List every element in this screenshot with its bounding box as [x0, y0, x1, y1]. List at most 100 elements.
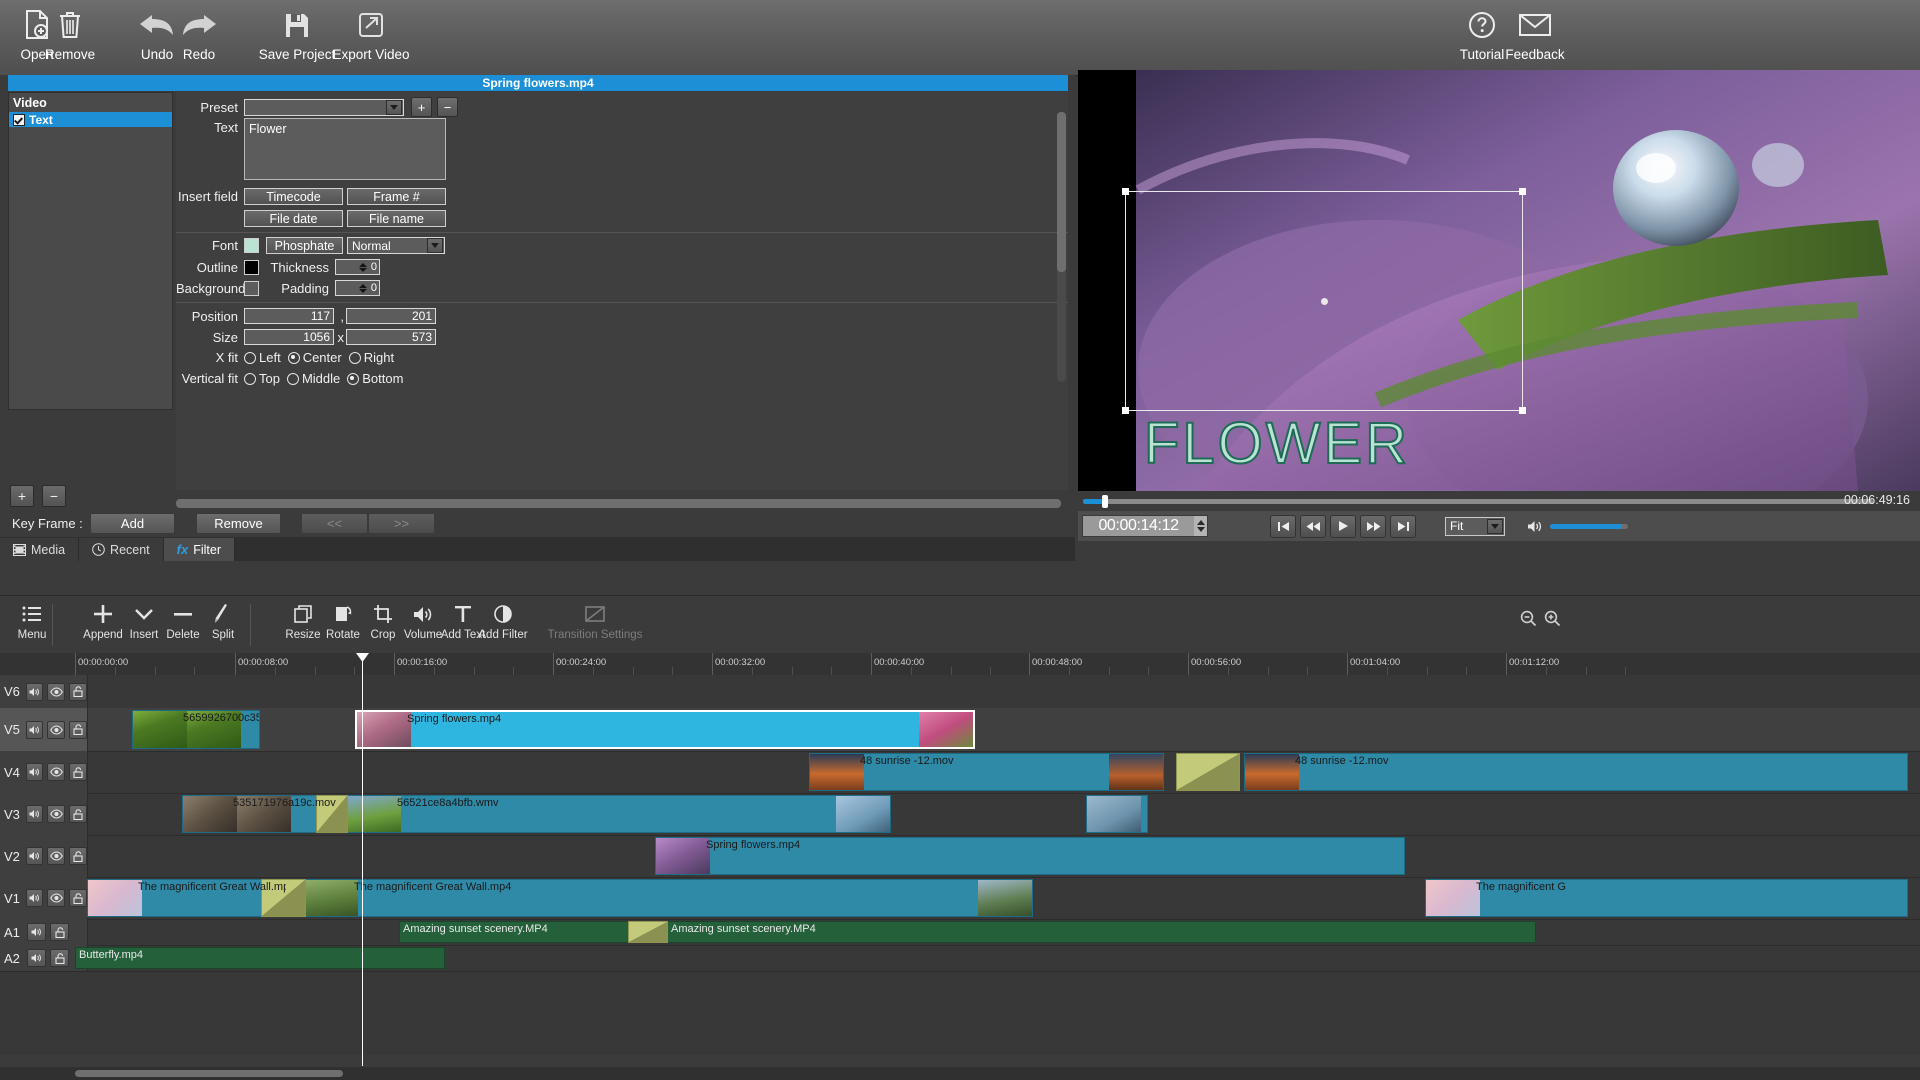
track-hide-eye-icon[interactable] — [47, 682, 66, 701]
track-header-a1[interactable]: A1 — [0, 919, 88, 945]
track-mute-speaker-icon[interactable] — [25, 720, 44, 739]
track-mute-speaker-icon[interactable] — [25, 763, 44, 781]
insert-frame-number-button[interactable]: Frame # — [347, 188, 446, 205]
seek-track[interactable] — [1083, 499, 1873, 504]
player-seek-bar[interactable]: 00:06:49:16 — [1078, 491, 1920, 511]
center-drag-handle[interactable] — [1321, 298, 1328, 305]
resize-handle-tl[interactable] — [1122, 188, 1129, 195]
filter-list-item-text[interactable]: Text — [9, 112, 172, 127]
keyframe-prev-button[interactable]: << — [301, 513, 368, 534]
font-color-swatch[interactable] — [244, 238, 259, 253]
remove-filter-button[interactable]: − — [42, 485, 66, 507]
vertical-fit-top-radio[interactable]: Top — [244, 371, 280, 386]
track-lock-icon[interactable] — [69, 763, 87, 781]
track-mute-speaker-icon[interactable] — [25, 889, 44, 907]
form-horizontal-scrollbar[interactable] — [176, 499, 1061, 508]
timeline-clip[interactable]: 48 sunrise -12.mov — [1244, 753, 1908, 791]
track-header-v3[interactable]: V3 — [0, 793, 88, 835]
preset-remove-button[interactable]: − — [437, 97, 458, 117]
speaker-icon[interactable] — [1527, 520, 1542, 533]
track-hide-eye-icon[interactable] — [47, 847, 66, 865]
track-lock-icon[interactable] — [50, 923, 69, 941]
feedback-button[interactable]: Feedback — [1498, 4, 1572, 62]
export-video-button[interactable]: Export Video — [332, 4, 410, 62]
padding-input[interactable]: 0 — [335, 280, 380, 296]
scrollbar-thumb[interactable] — [1057, 112, 1066, 272]
keyframe-remove-button[interactable]: Remove — [196, 513, 281, 534]
timeline-track-v6[interactable]: V6 — [0, 675, 1920, 709]
transition-settings-button[interactable]: Transition Settings — [545, 599, 645, 641]
insert-file-name-button[interactable]: File name — [347, 210, 446, 227]
track-lock-icon[interactable] — [69, 682, 87, 701]
font-style-select[interactable]: Normal — [347, 237, 445, 254]
track-mute-speaker-icon[interactable] — [25, 847, 44, 865]
timeline-clip[interactable]: The magnificent Great Wall.mp4 — [303, 879, 1033, 917]
track-hide-eye-icon[interactable] — [47, 763, 66, 781]
keyframe-next-button[interactable]: >> — [368, 513, 435, 534]
resize-handle-br[interactable] — [1519, 407, 1526, 414]
zoom-level-select[interactable]: Fit — [1445, 516, 1505, 536]
add-filter-button[interactable]: + — [10, 485, 34, 507]
track-header-v1[interactable]: V1 — [0, 877, 88, 919]
play-button[interactable] — [1330, 514, 1356, 538]
insert-file-date-button[interactable]: File date — [244, 210, 343, 227]
track-lock-icon[interactable] — [69, 889, 87, 907]
spinner-arrows-icon[interactable] — [359, 281, 368, 295]
timeline-menu-button[interactable]: Menu — [6, 599, 58, 641]
timeline-ruler[interactable]: 00:00:00:00 00:00:08:00 00:00:16:00 00:00:2… — [0, 653, 1920, 675]
tab-filter[interactable]: fx Filter — [163, 538, 235, 561]
insert-timecode-button[interactable]: Timecode — [244, 188, 343, 205]
track-mute-speaker-icon[interactable] — [25, 805, 44, 823]
timeline-track-a2[interactable]: A2 Butterfly.mp4 — [0, 945, 1920, 972]
timeline-clip[interactable]: Amazing sunset scenery.MP4 — [399, 921, 641, 943]
font-family-button[interactable]: Phosphate — [266, 237, 343, 254]
fast-forward-button[interactable] — [1360, 514, 1386, 538]
timeline-clip[interactable]: Spring flowers.mp4 — [655, 837, 1405, 875]
resize-handle-tr[interactable] — [1519, 188, 1526, 195]
timecode-field[interactable]: 00:00:14:12 — [1082, 515, 1208, 537]
filter-enabled-checkbox[interactable] — [13, 113, 25, 126]
zoom-in-button[interactable] — [1542, 608, 1563, 629]
playhead[interactable] — [356, 653, 369, 1066]
track-mute-speaker-icon[interactable] — [25, 682, 44, 701]
form-vertical-scrollbar[interactable] — [1057, 112, 1066, 382]
timeline-clip[interactable]: 5659926700c35 m — [132, 710, 260, 749]
x-fit-center-radio[interactable]: Center — [287, 350, 342, 365]
position-x-input[interactable]: 117 — [244, 308, 334, 324]
size-width-input[interactable]: 1056 — [244, 329, 334, 345]
timeline-clip[interactable]: 48 sunrise -12.mov — [809, 753, 1164, 791]
timeline-track-v5[interactable]: V5 5659926700c35 m Spring flowers.mp4 — [0, 708, 1920, 752]
vertical-fit-middle-radio[interactable]: Middle — [286, 371, 340, 386]
text-selection-box[interactable] — [1122, 188, 1526, 414]
save-project-button[interactable]: Save Project — [259, 4, 335, 62]
timeline-track-v2[interactable]: V2 Spring flowers.mp4 — [0, 835, 1920, 878]
track-mute-speaker-icon[interactable] — [27, 949, 46, 967]
resize-handle-bl[interactable] — [1122, 407, 1129, 414]
scrollbar-thumb[interactable] — [176, 499, 1061, 508]
outline-color-swatch[interactable] — [244, 259, 259, 275]
seek-handle[interactable] — [1102, 495, 1108, 508]
track-lock-icon[interactable] — [69, 805, 87, 823]
preset-select[interactable] — [244, 98, 404, 116]
position-y-input[interactable]: 201 — [346, 308, 436, 324]
timeline-transition[interactable] — [628, 921, 668, 943]
track-header-v5[interactable]: V5 — [0, 708, 88, 751]
x-fit-left-radio[interactable]: Left — [244, 350, 281, 365]
volume-slider[interactable] — [1550, 523, 1628, 529]
timeline-track-v1[interactable]: V1 The magnificent Great Wall.mp4 The magn… — [0, 877, 1920, 920]
timecode-spinner[interactable] — [1194, 516, 1207, 536]
track-lock-icon[interactable] — [69, 847, 87, 865]
remove-button[interactable]: Remove — [33, 4, 107, 62]
video-preview[interactable]: FLOWER — [1078, 70, 1920, 491]
timeline-track-v3[interactable]: V3 535171976a19c.mov 56521ce8a4bfb.wmv — [0, 793, 1920, 836]
track-hide-eye-icon[interactable] — [47, 889, 66, 907]
timeline-clip[interactable]: Amazing sunset scenery.MP4 — [667, 921, 1536, 943]
thickness-input[interactable]: 0 — [335, 259, 380, 275]
track-header-v2[interactable]: V2 — [0, 835, 88, 877]
track-header-v6[interactable]: V6 — [0, 675, 88, 708]
size-height-input[interactable]: 573 — [346, 329, 436, 345]
timeline-transition[interactable] — [1176, 753, 1240, 791]
timeline-clip[interactable] — [1086, 795, 1148, 833]
vertical-fit-bottom-radio[interactable]: Bottom — [347, 371, 403, 386]
timeline-track-a1[interactable]: A1 Amazing sunset scenery.MP4 Amazing suns… — [0, 919, 1920, 946]
